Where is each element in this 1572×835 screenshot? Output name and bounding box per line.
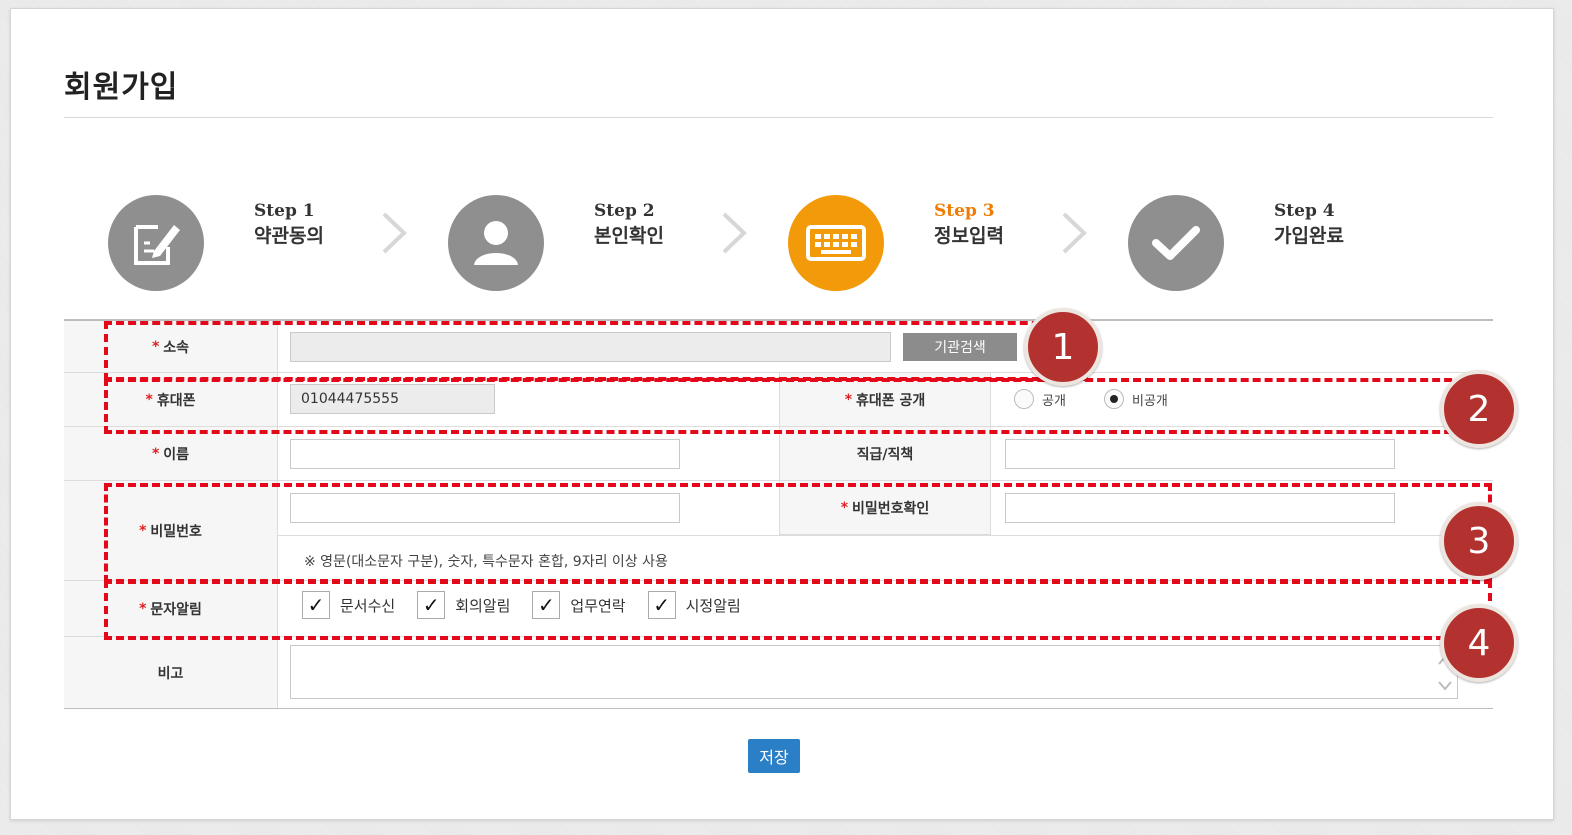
sms-option-city[interactable]: ✓ 시정알림	[647, 591, 741, 619]
password-confirm-input[interactable]	[1005, 493, 1395, 523]
callout-badge-2: 2	[1440, 370, 1518, 448]
remarks-label-text: 비고	[157, 665, 184, 682]
password-confirm-label-text: 비밀번호확인	[852, 500, 930, 517]
chevron-right-icon	[722, 212, 747, 254]
callout-badge-3: 3	[1440, 502, 1518, 580]
password-input[interactable]	[290, 493, 680, 523]
checkbox-work[interactable]: ✓	[532, 591, 561, 619]
step-3-text: Step 3 정보입력	[934, 200, 1004, 250]
required-mark: *	[844, 391, 853, 408]
phone-label-text: 휴대폰	[156, 392, 196, 409]
step-3-circle	[788, 195, 884, 291]
step-4-circle	[1128, 195, 1224, 291]
name-input[interactable]	[290, 439, 680, 469]
password-rule-note: ※ 영문(대소문자 구분), 숫자, 특수문자 혼합, 9자리 이상 사용	[304, 554, 668, 570]
row-password: * 비밀번호 * 비밀번호확인 ※ 영문(대소문자 구분), 숫자, 특수문자 …	[64, 481, 1493, 581]
chevron-right-icon	[382, 212, 407, 254]
position-label: 직급/직책	[779, 427, 991, 480]
required-mark: *	[151, 338, 160, 355]
position-input[interactable]	[1005, 439, 1395, 469]
title-divider	[64, 117, 1493, 118]
callout-badge-4: 4	[1440, 604, 1518, 682]
step-1-label: 약관동의	[254, 225, 324, 247]
checkmark-icon	[1152, 226, 1200, 260]
checkbox-meeting[interactable]: ✓	[417, 591, 446, 619]
required-mark: *	[840, 499, 849, 516]
required-mark: *	[139, 522, 147, 539]
radio-public-label: 공개	[1042, 393, 1066, 409]
sms-option-work-label: 업무연락	[570, 596, 626, 615]
password-confirm-label: * 비밀번호확인	[779, 481, 991, 535]
password-inner-divider	[278, 535, 1493, 536]
keyboard-icon	[806, 225, 866, 261]
required-mark: *	[145, 391, 153, 408]
step-2-circle	[448, 195, 544, 291]
position-label-text: 직급/직책	[856, 446, 914, 463]
step-3-label: 정보입력	[934, 225, 1004, 247]
radio-public[interactable]: 공개	[1014, 389, 1066, 409]
page-title: 회원가입	[64, 70, 179, 105]
sms-option-work[interactable]: ✓ 업무연락	[532, 591, 626, 619]
remarks-textarea[interactable]	[290, 645, 1458, 699]
sms-label: * 문자알림	[64, 581, 278, 636]
sms-option-meeting[interactable]: ✓ 회의알림	[417, 591, 510, 619]
sms-option-document-label: 문서수신	[340, 596, 396, 615]
required-mark: *	[139, 600, 147, 617]
sms-label-text: 문자알림	[150, 601, 202, 618]
step-1-text: Step 1 약관동의	[254, 200, 324, 250]
checkbox-document[interactable]: ✓	[302, 591, 330, 619]
remarks-label: 비고	[64, 637, 278, 708]
row-remarks: 비고	[64, 637, 1493, 709]
person-icon	[474, 221, 518, 265]
step-4-text: Step 4 가입완료	[1274, 200, 1344, 250]
step-1-circle	[108, 195, 204, 291]
step-2-number: Step 2	[594, 201, 655, 221]
password-label: * 비밀번호	[64, 481, 278, 580]
radio-private-label: 비공개	[1132, 393, 1168, 409]
save-button[interactable]: 저장	[748, 739, 800, 773]
callout-badge-1: 1	[1024, 308, 1102, 386]
step-1-number: Step 1	[254, 201, 315, 221]
phone-public-label-text: 휴대폰 공개	[856, 392, 926, 409]
phone-label: * 휴대폰	[64, 373, 278, 426]
name-label: * 이름	[64, 427, 278, 480]
radio-private[interactable]: 비공개	[1104, 389, 1168, 409]
row-sms: * 문자알림 ✓ 문서수신 ✓ 회의알림 ✓ 업무연락 ✓ 시정알림	[64, 581, 1493, 637]
phone-input[interactable]	[290, 384, 495, 414]
row-affiliation: * 소속 기관검색	[64, 321, 1493, 373]
step-4-number: Step 4	[1274, 201, 1335, 221]
name-label-text: 이름	[163, 446, 190, 463]
sms-options: ✓ 문서수신 ✓ 회의알림 ✓ 업무연락 ✓ 시정알림	[302, 591, 763, 619]
edit-document-icon	[134, 225, 180, 265]
step-2-text: Step 2 본인확인	[594, 200, 664, 250]
affiliation-input[interactable]	[290, 332, 891, 362]
phone-public-label: * 휴대폰 공개	[779, 373, 991, 426]
radio-public-circle[interactable]	[1014, 389, 1034, 409]
step-2-label: 본인확인	[594, 225, 664, 247]
step-4-label: 가입완료	[1274, 225, 1344, 247]
sms-option-city-label: 시정알림	[685, 596, 741, 615]
sms-option-document[interactable]: ✓ 문서수신	[302, 591, 395, 619]
affiliation-label-text: 소속	[163, 339, 190, 356]
checkbox-city[interactable]: ✓	[647, 591, 676, 619]
row-phone: * 휴대폰 * 휴대폰 공개 공개 비공개	[64, 373, 1493, 427]
step-3-number: Step 3	[934, 201, 995, 221]
required-mark: *	[151, 445, 160, 462]
radio-private-circle[interactable]	[1104, 389, 1124, 409]
affiliation-label: * 소속	[64, 321, 278, 372]
chevron-right-icon	[1062, 212, 1087, 254]
organization-search-button[interactable]: 기관검색	[903, 333, 1017, 361]
password-label-text: 비밀번호	[150, 523, 202, 540]
sms-option-meeting-label: 회의알림	[455, 596, 511, 615]
row-name: * 이름 직급/직책	[64, 427, 1493, 481]
